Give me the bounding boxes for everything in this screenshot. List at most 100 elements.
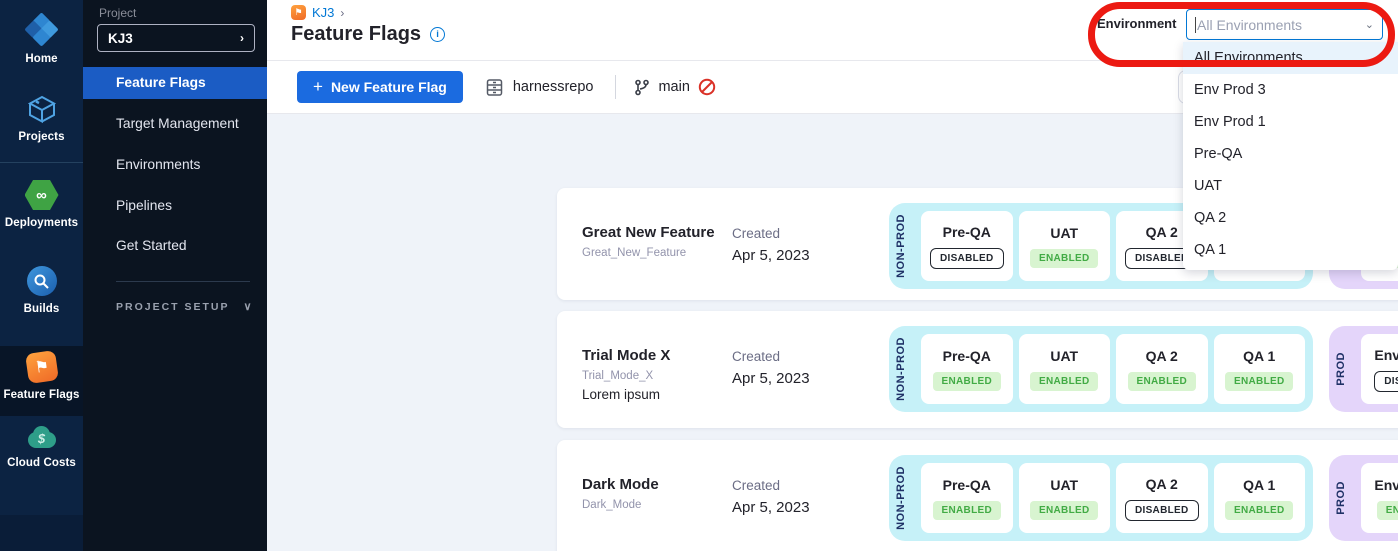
rail-item-feature-flags[interactable]: ⚑ Feature Flags <box>0 346 83 416</box>
dropdown-option[interactable]: Env Prod 3 <box>1183 74 1398 106</box>
rail-label: Projects <box>18 131 64 143</box>
prod-env-group: PROD Env Prod 3ENABLED Env Prod 1ENABLED <box>1329 455 1398 541</box>
created-date: Apr 5, 2023 <box>732 247 810 264</box>
flag-identifier: Trial_Mode_X <box>582 370 670 382</box>
status-badge: ENABLED <box>933 501 1001 520</box>
env-card[interactable]: Env Prod 3ENABLED <box>1361 463 1398 533</box>
toolbar-divider <box>615 75 616 99</box>
flag-created-block: Created Apr 5, 2023 <box>732 349 810 387</box>
rail-item-builds[interactable]: Builds <box>0 260 83 315</box>
repository-icon <box>485 78 504 97</box>
dropdown-option[interactable]: QA 2 <box>1183 202 1398 234</box>
status-badge: ENABLED <box>1225 501 1293 520</box>
status-badge: ENABLED <box>1377 501 1398 520</box>
repo-selector[interactable]: harnessrepo <box>485 78 594 97</box>
rail-label: Cloud Costs <box>7 457 76 469</box>
project-selector[interactable]: KJ3 › <box>97 24 255 52</box>
prod-env-group: PROD Env Prod 3DISABLED Env Prod 1ENABLE… <box>1329 326 1398 412</box>
status-badge: DISABLED <box>930 248 1004 269</box>
created-label: Created <box>732 349 810 364</box>
flag-name[interactable]: Trial Mode X <box>582 347 670 364</box>
rail-item-projects[interactable]: Projects <box>0 88 83 143</box>
environment-select-value: All Environments <box>1197 17 1365 33</box>
env-card[interactable]: QA 2DISABLED <box>1116 463 1208 533</box>
flag-created-block: Created Apr 5, 2023 <box>732 478 810 516</box>
dropdown-option[interactable]: Pre-QA <box>1183 138 1398 170</box>
new-feature-flag-button[interactable]: + New Feature Flag <box>297 71 463 103</box>
dropdown-option[interactable]: All Environments <box>1183 42 1398 74</box>
project-setup-label: PROJECT SETUP <box>116 301 230 313</box>
nav-divider <box>116 281 250 282</box>
prod-label: PROD <box>1335 352 1355 386</box>
git-branch-icon <box>634 79 650 96</box>
rail-label: Home <box>25 53 57 65</box>
status-badge: ENABLED <box>1225 372 1293 391</box>
info-icon[interactable]: i <box>430 27 445 42</box>
nav-item-feature-flags[interactable]: Feature Flags <box>83 67 267 99</box>
nonprod-label: NON-PROD <box>895 466 915 530</box>
env-card[interactable]: UATENABLED <box>1019 334 1111 404</box>
flag-name[interactable]: Dark Mode <box>582 476 659 493</box>
rail-item-cloud-costs[interactable]: $ Cloud Costs <box>0 420 83 469</box>
rail-item-home[interactable]: Home <box>0 8 83 65</box>
status-badge: ENABLED <box>933 372 1001 391</box>
env-card[interactable]: Pre-QAENABLED <box>921 463 1013 533</box>
flag-icon: ⚑ <box>291 5 306 20</box>
chevron-right-icon: › <box>340 6 344 20</box>
environment-dropdown-menu: All Environments Env Prod 3 Env Prod 1 P… <box>1183 42 1398 270</box>
main-content: ⚑ KJ3 › Feature Flags i + New Feature Fl… <box>267 0 1398 551</box>
deployments-icon: ∞ <box>25 180 59 210</box>
feature-flags-page: Home Projects ∞ Deployments Builds ⚑ Fea… <box>0 0 1398 551</box>
flag-identifier: Dark_Mode <box>582 499 659 511</box>
flag-row[interactable]: Dark Mode Dark_Mode Created Apr 5, 2023 … <box>557 440 1398 551</box>
env-card[interactable]: QA 2ENABLED <box>1116 334 1208 404</box>
env-card[interactable]: QA 1ENABLED <box>1214 334 1306 404</box>
home-icon <box>26 14 58 46</box>
flag-name-block: Great New Feature Great_New_Feature <box>582 224 715 259</box>
nonprod-label: NON-PROD <box>895 214 915 278</box>
env-card[interactable]: QA 1ENABLED <box>1214 463 1306 533</box>
dropdown-option[interactable]: UAT <box>1183 170 1398 202</box>
text-cursor <box>1195 17 1196 33</box>
breadcrumb[interactable]: ⚑ KJ3 › <box>291 5 344 20</box>
env-card[interactable]: Pre-QADISABLED <box>921 211 1013 281</box>
environment-select[interactable]: All Environments ⌄ <box>1186 9 1383 40</box>
nonprod-env-group: NON-PROD Pre-QAENABLED UATENABLED QA 2DI… <box>889 455 1313 541</box>
dropdown-option[interactable]: QA 1 <box>1183 234 1398 266</box>
rail-label: Deployments <box>5 217 78 229</box>
chevron-right-icon: › <box>240 31 244 45</box>
nav-item-target-management[interactable]: Target Management <box>83 108 267 140</box>
cloud-costs-icon: $ <box>25 426 59 450</box>
flag-name[interactable]: Great New Feature <box>582 224 715 241</box>
status-badge: ENABLED <box>1030 501 1098 520</box>
projects-icon <box>27 94 57 124</box>
env-card[interactable]: Env Prod 3DISABLED <box>1361 334 1398 404</box>
flag-created-block: Created Apr 5, 2023 <box>732 226 810 264</box>
module-rail: Home Projects ∞ Deployments Builds ⚑ Fea… <box>0 0 83 551</box>
status-badge: ENABLED <box>1030 249 1098 268</box>
branch-selector[interactable]: main <box>634 78 715 96</box>
nonprod-label: NON-PROD <box>895 337 915 401</box>
project-label: Project <box>99 6 136 20</box>
env-card[interactable]: Pre-QAENABLED <box>921 334 1013 404</box>
flag-name-block: Trial Mode X Trial_Mode_X Lorem ipsum <box>582 347 670 402</box>
status-badge: ENABLED <box>1030 372 1098 391</box>
nonprod-env-group: NON-PROD Pre-QAENABLED UATENABLED QA 2EN… <box>889 326 1313 412</box>
nav-item-get-started[interactable]: Get Started <box>83 230 267 262</box>
status-badge: DISABLED <box>1374 371 1398 392</box>
repo-name: harnessrepo <box>513 79 594 95</box>
env-card[interactable]: UATENABLED <box>1019 211 1111 281</box>
dropdown-option[interactable]: Env Prod 1 <box>1183 106 1398 138</box>
created-label: Created <box>732 478 810 493</box>
breadcrumb-project[interactable]: KJ3 <box>312 5 334 20</box>
rail-item-deployments[interactable]: ∞ Deployments <box>0 174 83 229</box>
builds-icon <box>27 266 57 296</box>
rail-label: Feature Flags <box>3 389 79 401</box>
flag-row[interactable]: Trial Mode X Trial_Mode_X Lorem ipsum Cr… <box>557 311 1398 428</box>
nav-item-environments[interactable]: Environments <box>83 149 267 181</box>
created-date: Apr 5, 2023 <box>732 370 810 387</box>
nav-item-pipelines[interactable]: Pipelines <box>83 190 267 222</box>
project-nav: Project KJ3 › Feature Flags Target Manag… <box>83 0 267 551</box>
project-setup-toggle[interactable]: PROJECT SETUP ∨ <box>116 300 256 313</box>
env-card[interactable]: UATENABLED <box>1019 463 1111 533</box>
